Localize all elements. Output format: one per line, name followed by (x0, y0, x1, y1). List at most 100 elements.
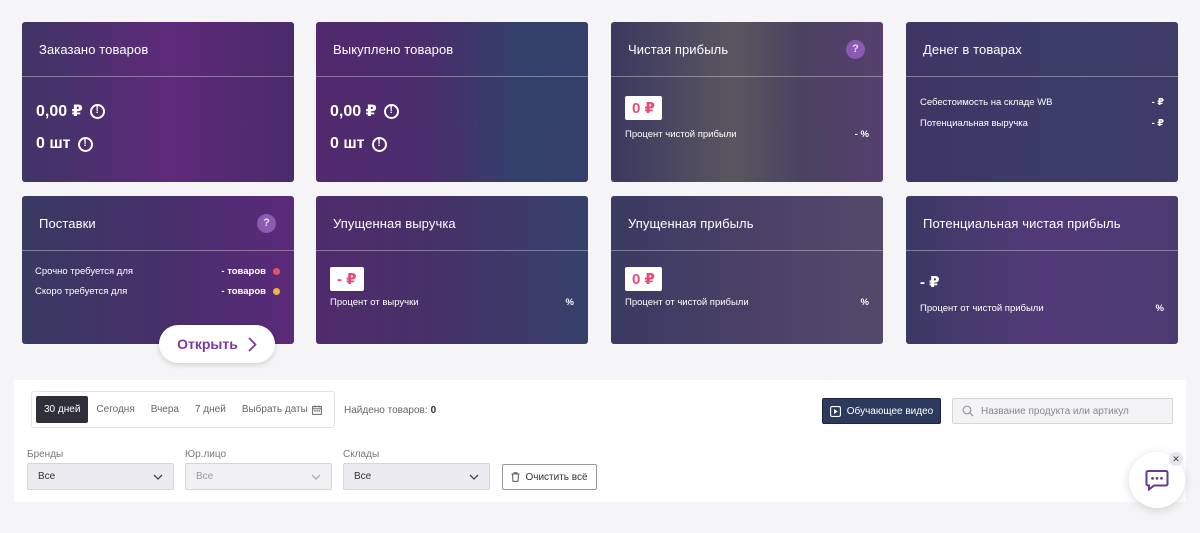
urgent-label: Срочно требуется для (35, 266, 134, 277)
chevron-down-icon (311, 474, 321, 480)
cost-label: Себестоимость на складе WB (920, 97, 1053, 108)
tutorial-video-label: Обучающее видео (846, 405, 934, 417)
warning-icon[interactable]: ! (77, 136, 93, 152)
bought-card-header: Выкуплено товаров (316, 22, 588, 77)
potential-revenue-label: Потенциальная выручка (920, 118, 1028, 129)
calendar-icon (311, 404, 322, 415)
potential-profit-pct: % (1155, 303, 1164, 314)
warning-icon[interactable]: ! (89, 103, 105, 119)
legal-entity-select[interactable]: Все (185, 463, 332, 490)
net-profit-pct-row: Процент чистой прибыли - % (625, 129, 869, 140)
net-profit-card-title: Чистая прибыль (628, 41, 729, 57)
bought-count-row: 0 шт ! (330, 135, 588, 153)
lost-revenue-value: - ₽ (330, 267, 364, 291)
trash-icon (511, 472, 520, 482)
potential-revenue-value: - ₽ (1151, 118, 1164, 129)
search-placeholder: Название продукта или артикул (981, 405, 1129, 417)
money-in-goods-card-title: Денег в товарах (923, 41, 1022, 57)
found-label: Найдено товаров: (344, 405, 428, 416)
soon-label: Скоро требуется для (35, 286, 128, 297)
chevron-down-icon (469, 474, 479, 480)
brands-label: Бренды (27, 449, 64, 460)
open-supplies-button[interactable]: Открыть (159, 325, 275, 363)
ordered-amount-row: 0,00 ₽ ! (36, 101, 294, 121)
bought-count: 0 шт (330, 135, 365, 152)
lost-profit-pct-label: Процент от чистой прибыли (625, 297, 749, 308)
ordered-card: Заказано товаров 0,00 ₽ ! 0 шт ! (22, 22, 294, 182)
tutorial-video-button[interactable]: Обучающее видео (822, 398, 941, 424)
lost-revenue-pct: % (565, 297, 574, 308)
lost-profit-value: 0 ₽ (625, 267, 662, 291)
lost-profit-card-header: Упущенная прибыль (611, 196, 883, 251)
period-pick-dates[interactable]: Выбрать даты (234, 396, 330, 423)
supplies-card: Поставки ? Срочно требуется для - товаро… (22, 196, 294, 344)
period-selector: 30 дней Сегодня Вчера 7 дней Выбрать дат… (31, 391, 335, 428)
legal-entity-label: Юр.лицо (185, 449, 227, 460)
found-products: Найдено товаров: 0 (344, 405, 436, 416)
net-profit-pct-label: Процент чистой прибыли (625, 129, 737, 140)
open-supplies-label: Открыть (177, 336, 238, 352)
net-profit-card: Чистая прибыль ? 0 ₽ Процент чистой приб… (611, 22, 883, 182)
net-profit-value: 0 ₽ (625, 96, 662, 120)
ordered-amount: 0,00 ₽ (36, 103, 83, 120)
warning-icon[interactable]: ! (383, 103, 399, 119)
product-search-input[interactable]: Название продукта или артикул (952, 398, 1173, 424)
net-profit-card-header: Чистая прибыль ? (611, 22, 883, 77)
ordered-count-row: 0 шт ! (36, 135, 294, 153)
soon-dot-icon (273, 287, 280, 295)
warning-icon[interactable]: ! (371, 136, 387, 152)
pick-dates-label: Выбрать даты (241, 404, 308, 415)
period-today[interactable]: Сегодня (88, 396, 142, 423)
bought-amount: 0,00 ₽ (330, 103, 377, 120)
supplies-card-title: Поставки (39, 215, 96, 231)
period-30-days[interactable]: 30 дней (36, 396, 89, 423)
close-icon[interactable]: ✕ (1169, 452, 1183, 466)
ordered-card-header: Заказано товаров (22, 22, 294, 77)
period-yesterday[interactable]: Вчера (143, 396, 187, 423)
chevron-right-icon (248, 337, 257, 351)
urgent-dot-icon (273, 267, 280, 275)
potential-profit-card-title: Потенциальная чистая прибыль (923, 215, 1121, 231)
lost-profit-card-title: Упущенная прибыль (628, 215, 754, 231)
cost-row: Себестоимость на складе WB - ₽ (920, 97, 1164, 108)
net-profit-pct: - % (854, 129, 869, 140)
lost-revenue-pct-row: Процент от выручки % (330, 297, 574, 308)
help-icon[interactable]: ? (846, 39, 865, 59)
help-icon[interactable]: ? (257, 213, 276, 233)
found-count: 0 (430, 405, 437, 416)
brands-select[interactable]: Все (27, 463, 174, 490)
lost-profit-pct: % (860, 297, 869, 308)
chevron-down-icon (153, 474, 163, 480)
lost-profit-card: Упущенная прибыль 0 ₽ Процент от чистой … (611, 196, 883, 344)
soon-row: Скоро требуется для - товаров (35, 286, 280, 297)
cost-value: - ₽ (1151, 97, 1164, 108)
potential-revenue-row: Потенциальная выручка - ₽ (920, 118, 1164, 129)
chat-icon (1145, 470, 1169, 491)
clear-all-label: Очистить всё (525, 471, 588, 483)
clear-all-button[interactable]: Очистить всё (502, 464, 597, 490)
ordered-card-title: Заказано товаров (39, 41, 149, 57)
ordered-count: 0 шт (36, 135, 71, 152)
potential-profit-pct-row: Процент от чистой прибыли % (920, 303, 1164, 314)
supplies-card-header: Поставки ? (22, 196, 294, 251)
warehouses-select[interactable]: Все (343, 463, 490, 490)
urgent-value: - товаров (221, 266, 266, 277)
play-icon (829, 405, 841, 417)
urgent-row: Срочно требуется для - товаров (35, 266, 280, 277)
period-7-days[interactable]: 7 дней (187, 396, 234, 423)
potential-profit-card: Потенциальная чистая прибыль - ₽ Процент… (906, 196, 1178, 344)
warehouses-label: Склады (343, 449, 380, 460)
bought-amount-row: 0,00 ₽ ! (330, 101, 588, 121)
brands-value: Все (38, 471, 56, 482)
lost-profit-pct-row: Процент от чистой прибыли % (625, 297, 869, 308)
search-icon (962, 405, 974, 417)
potential-profit-value: - ₽ (920, 274, 940, 291)
money-in-goods-card-header: Денег в товарах (906, 22, 1178, 77)
soon-value: - товаров (221, 286, 266, 297)
lost-revenue-card-header: Упущенная выручка (316, 196, 588, 251)
lost-revenue-card: Упущенная выручка - ₽ Процент от выручки… (316, 196, 588, 344)
warehouses-value: Все (354, 471, 372, 482)
lost-revenue-pct-label: Процент от выручки (330, 297, 419, 308)
lost-revenue-card-title: Упущенная выручка (333, 215, 456, 231)
filters-panel: 30 дней Сегодня Вчера 7 дней Выбрать дат… (14, 380, 1186, 502)
